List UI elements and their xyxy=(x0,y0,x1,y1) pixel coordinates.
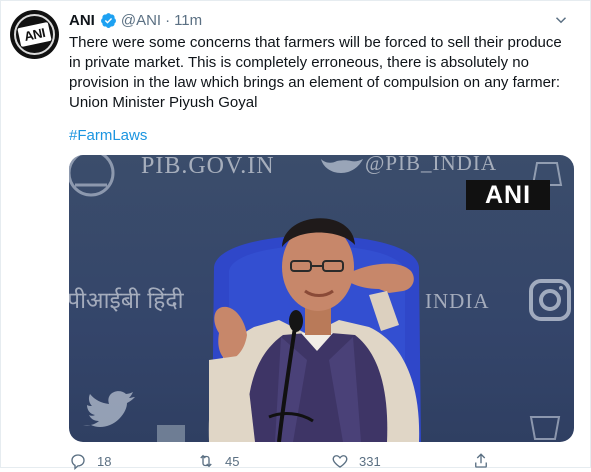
watermark-india: INDIA xyxy=(425,289,490,313)
tweet-actions: 18 45 331 xyxy=(69,452,574,472)
more-options-icon[interactable] xyxy=(550,9,572,31)
twitter-bird-icon xyxy=(321,159,363,173)
share-icon xyxy=(475,453,487,468)
tweet-media-image[interactable]: PIB.GOV.IN @PIB_INDIA पीआईबी हिंदी INDIA… xyxy=(69,155,574,442)
like-button[interactable]: 331 xyxy=(331,452,381,470)
heart-icon xyxy=(332,455,348,468)
share-button[interactable] xyxy=(472,452,490,470)
separator-dot: · xyxy=(165,11,171,29)
instagram-icon xyxy=(529,279,571,321)
verified-badge-icon xyxy=(100,12,116,28)
author-handle[interactable]: @ANI xyxy=(121,12,161,29)
hashtag-link[interactable]: #FarmLaws xyxy=(69,127,147,144)
retweet-count: 45 xyxy=(225,453,240,469)
tweet-timestamp[interactable]: 11m xyxy=(174,12,202,29)
twitter-bird-icon-bottom xyxy=(83,391,135,427)
reply-button[interactable]: 18 xyxy=(69,452,111,470)
tweet-text: There were some concerns that farmers wi… xyxy=(69,34,562,111)
tweet-header: ANI @ANI · 11m xyxy=(69,10,202,30)
avatar[interactable]: ANI xyxy=(10,10,59,59)
reply-count: 18 xyxy=(97,453,112,469)
watermark-pib: PIB.GOV.IN xyxy=(141,155,275,179)
watermark-hindi: पीआईबी हिंदी xyxy=(69,288,184,314)
reply-icon xyxy=(71,454,85,470)
like-count: 331 xyxy=(359,453,381,469)
ani-badge: ANI xyxy=(466,180,550,210)
tweet-card[interactable]: ANI ANI @ANI · 11m There were some conce… xyxy=(0,0,591,470)
retweet-button[interactable]: 45 xyxy=(197,452,239,470)
watermark-handle: @PIB_INDIA xyxy=(365,155,498,175)
retweet-icon xyxy=(200,454,212,468)
emblem-icon xyxy=(69,155,115,197)
author-name[interactable]: ANI xyxy=(69,12,95,29)
